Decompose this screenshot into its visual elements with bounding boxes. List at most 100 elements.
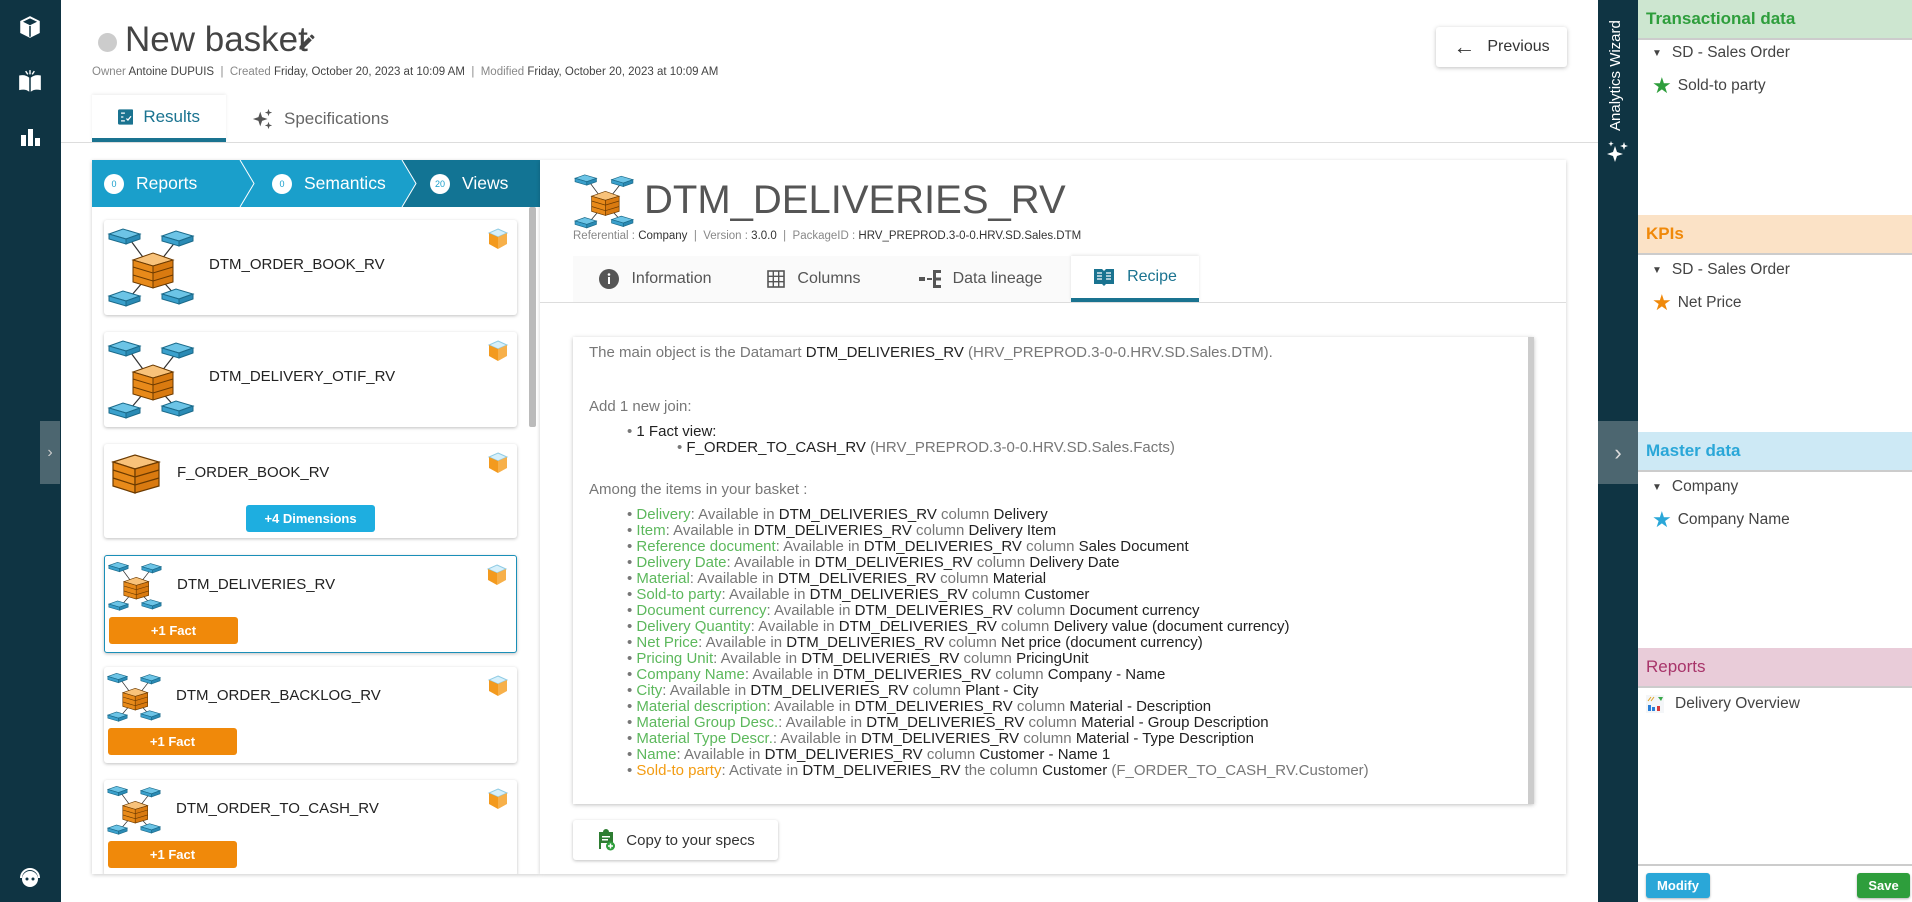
save-button[interactable]: Save <box>1857 873 1910 898</box>
datamart-icon <box>106 671 162 723</box>
fact-tag[interactable]: +1 Fact <box>108 841 237 868</box>
grid-icon <box>767 270 786 288</box>
view-card[interactable]: DTM_DELIVERY_OTIF_RV <box>104 332 517 427</box>
recipe-item: • Net Price: Available in DTM_DELIVERIES… <box>627 634 1203 651</box>
cube-icon <box>487 228 509 250</box>
recipe-item: • City: Available in DTM_DELIVERIES_RV c… <box>627 682 1039 699</box>
cube-icon <box>487 788 509 810</box>
crumb-reports[interactable]: 0 Reports <box>104 160 197 207</box>
analytics-wizard-panel: Transactional data ▼ SD - Sales Order ★ So… <box>1638 0 1912 902</box>
basket-meta: Owner Antoine DUPUIS | Created Friday, O… <box>92 66 719 78</box>
section-master-data: Master data <box>1638 432 1912 472</box>
fact-tag[interactable]: +1 Fact <box>109 617 238 644</box>
recipe-item: • Document currency: Available in DTM_DE… <box>627 602 1200 619</box>
crumb-semantics[interactable]: 0 Semantics <box>272 160 386 207</box>
datamart-icon <box>573 172 635 230</box>
item-net-price[interactable]: ★ Net Price <box>1652 290 1741 316</box>
tab-columns[interactable]: Columns <box>738 256 890 302</box>
star-icon: ★ <box>1652 290 1672 315</box>
view-card[interactable]: DTM_ORDER_BOOK_RV <box>104 220 517 315</box>
sparkles-icon <box>252 108 273 129</box>
divider <box>540 302 1566 303</box>
status-dot <box>98 33 117 52</box>
tab-recipe[interactable]: Recipe <box>1071 256 1199 302</box>
detail-title: DTM_DELIVERIES_RV <box>644 178 1066 222</box>
support-icon[interactable] <box>14 862 46 894</box>
chevron-right-icon: › <box>1614 439 1622 465</box>
dimensions-tag[interactable]: +4 Dimensions <box>246 505 375 532</box>
section-kpis: KPIs <box>1638 215 1912 255</box>
scrollbar[interactable] <box>529 207 536 427</box>
detail-meta: Referential : Company | Version : 3.0.0 … <box>573 230 1082 242</box>
item-delivery-overview[interactable]: Delivery Overview <box>1645 694 1800 714</box>
divider <box>61 142 1598 143</box>
recipe-item: • Name: Available in DTM_DELIVERIES_RV c… <box>627 746 1111 763</box>
modify-button[interactable]: Modify <box>1646 873 1710 898</box>
arrow-left-icon: ← <box>1453 34 1476 59</box>
chevron-right-icon: › <box>47 443 53 461</box>
view-detail-panel: DTM_DELIVERIES_RV Referential : Company … <box>540 160 1566 874</box>
recipe-among-heading: Among the items in your basket : <box>589 481 808 498</box>
recipe-item: • Material: Available in DTM_DELIVERIES_… <box>627 570 1047 587</box>
caret-down-icon: ▼ <box>1652 264 1662 276</box>
cube-icon <box>487 675 509 697</box>
recipe-content: The main object is the Datamart DTM_DELI… <box>573 337 1534 804</box>
scrollbar[interactable] <box>1528 337 1534 804</box>
recipe-main-object: The main object is the Datamart DTM_DELI… <box>589 344 1273 361</box>
recipe-fact-line: • 1 Fact view: <box>627 423 717 440</box>
divider <box>1638 864 1912 866</box>
tab-specifications[interactable]: Specifications <box>226 95 426 142</box>
collapse-left-handle[interactable]: › <box>40 421 60 484</box>
recipe-join-heading: Add 1 new join: <box>589 398 692 415</box>
view-card-selected[interactable]: DTM_DELIVERIES_RV +1 Fact <box>104 555 517 653</box>
star-icon: ★ <box>1652 507 1672 532</box>
item-company-name[interactable]: ★ Company Name <box>1652 507 1790 533</box>
group-sd-sales-order[interactable]: ▼ SD - Sales Order <box>1652 261 1790 279</box>
tab-results[interactable]: Results <box>92 95 226 142</box>
group-company[interactable]: ▼ Company <box>1652 478 1738 496</box>
copy-to-specs-button[interactable]: Copy to your specs <box>573 820 778 860</box>
views-list-panel: 0 Reports 0 Semantics 20 Views DTM_ORDER_BO… <box>92 160 540 874</box>
recipe-item-list: • Delivery: Available in DTM_DELIVERIES_… <box>589 507 1518 763</box>
item-sold-to-party[interactable]: ★ Sold-to party <box>1652 73 1766 99</box>
recipe-fact-name: • F_ORDER_TO_CASH_RV (HRV_PREPROD.3-0-0.… <box>677 439 1175 456</box>
view-card[interactable]: DTM_ORDER_BACKLOG_RV +1 Fact <box>104 667 517 763</box>
crumb-views[interactable]: 20 Views <box>430 160 508 207</box>
recipe-item: • Material Type Descr.: Available in DTM… <box>627 730 1254 747</box>
fact-tag[interactable]: +1 Fact <box>108 728 237 755</box>
recipe-item: • Delivery Date: Available in DTM_DELIVE… <box>627 554 1120 571</box>
recipe-item: • Delivery Quantity: Available in DTM_DE… <box>627 618 1290 635</box>
report-icon <box>1646 695 1664 713</box>
cube-icon[interactable] <box>14 11 46 43</box>
section-transactional-data: Transactional data <box>1638 0 1912 40</box>
bar-chart-icon[interactable] <box>14 121 46 153</box>
checklist-icon <box>118 108 134 125</box>
datamart-icon <box>107 560 163 612</box>
recipe-item: • Delivery: Available in DTM_DELIVERIES_… <box>627 506 1048 523</box>
lineage-icon <box>918 270 941 288</box>
main-area: New basket Owner Antoine DUPUIS | Create… <box>40 0 1598 902</box>
page-title: New basket <box>125 20 308 59</box>
cube-icon <box>487 452 509 474</box>
info-icon <box>599 269 620 289</box>
tab-data-lineage[interactable]: Data lineage <box>890 256 1071 302</box>
cube-icon <box>486 564 508 586</box>
previous-button[interactable]: ← Previous <box>1436 27 1567 67</box>
view-card[interactable]: DTM_ORDER_TO_CASH_RV +1 Fact <box>104 780 517 874</box>
section-reports: Reports <box>1638 648 1912 688</box>
view-card[interactable]: F_ORDER_BOOK_RV +4 Dimensions <box>104 444 517 538</box>
analytics-wizard-label[interactable]: Analytics Wizard <box>1607 16 1624 131</box>
caret-down-icon: ▼ <box>1652 47 1662 59</box>
book-icon[interactable] <box>14 66 46 98</box>
recipe-book-icon <box>1094 269 1115 286</box>
group-sd-sales-order[interactable]: ▼ SD - Sales Order <box>1652 44 1790 62</box>
expand-wizard-handle[interactable]: › <box>1598 421 1638 484</box>
tab-information[interactable]: Information <box>573 256 738 302</box>
clipboard-add-icon <box>599 829 616 851</box>
recipe-item: • Company Name: Available in DTM_DELIVER… <box>627 666 1166 683</box>
caret-down-icon: ▼ <box>1652 481 1662 493</box>
datamart-icon <box>106 784 162 836</box>
edit-pencil-icon[interactable] <box>297 32 317 57</box>
sparkles-icon <box>1606 140 1630 169</box>
star-icon: ★ <box>1652 73 1672 98</box>
